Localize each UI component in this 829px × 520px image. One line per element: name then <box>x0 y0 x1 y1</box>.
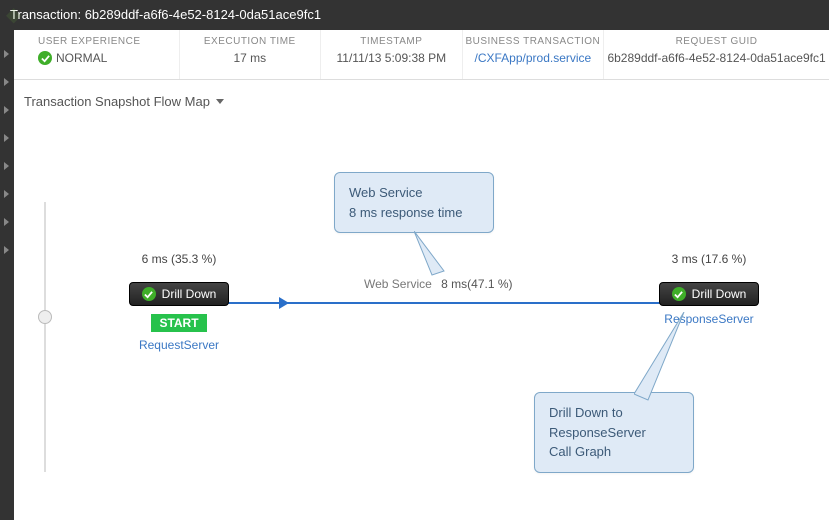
node-request[interactable]: 6 ms (35.3 %) Drill Down START RequestSe… <box>114 252 244 352</box>
metric-value: 17 ms <box>180 51 321 65</box>
flow-edge[interactable] <box>224 302 669 304</box>
drill-down-label: Drill Down <box>162 283 217 305</box>
metrics-bar: USER EXPERIENCE NORMAL EXECUTION TIME 17… <box>14 30 829 80</box>
annotation-callout: Web Service 8 ms response time <box>334 172 494 233</box>
callout-text: Drill Down to <box>549 403 679 423</box>
metric-label: EXECUTION TIME <box>180 36 321 47</box>
metric-label: USER EXPERIENCE <box>38 36 179 47</box>
metric-label: BUSINESS TRANSACTION <box>463 36 604 47</box>
callout-text: ResponseServer <box>549 423 679 443</box>
gutter-expand-icon[interactable] <box>4 190 9 198</box>
gutter-expand-icon[interactable] <box>4 50 9 58</box>
flowmap-title-text: Transaction Snapshot Flow Map <box>24 94 210 109</box>
drill-down-button[interactable]: Drill Down <box>129 282 229 306</box>
zoom-slider-handle[interactable] <box>38 310 52 324</box>
node-timing: 3 ms (17.6 %) <box>644 252 774 266</box>
metric-guid: REQUEST GUID 6b289ddf-a6f6-4e52-8124-0da… <box>603 30 829 79</box>
callout-pointer-icon <box>414 231 454 286</box>
callout-text: Call Graph <box>549 442 679 462</box>
drill-down-button[interactable]: Drill Down <box>659 282 759 306</box>
arrow-right-icon <box>279 297 289 309</box>
content-area: Transaction Snapshot Flow Map Web Servic… <box>14 80 829 520</box>
flowmap-title-dropdown[interactable]: Transaction Snapshot Flow Map <box>14 80 829 123</box>
chevron-down-icon <box>216 99 224 104</box>
start-badge: START <box>151 314 206 332</box>
flow-map[interactable]: Web Service 8 ms(47.1 %) 6 ms (35.3 %) D… <box>14 122 829 520</box>
left-gutter <box>0 30 14 520</box>
gutter-expand-icon[interactable] <box>4 162 9 170</box>
ux-status-text: NORMAL <box>56 51 107 65</box>
node-timing: 6 ms (35.3 %) <box>114 252 244 266</box>
node-name-link[interactable]: RequestServer <box>114 338 244 352</box>
metric-timestamp: TIMESTAMP 11/11/13 5:09:38 PM <box>320 30 462 79</box>
metric-bt: BUSINESS TRANSACTION /CXFApp/prod.servic… <box>462 30 604 79</box>
annotation-callout: Drill Down to ResponseServer Call Graph <box>534 392 694 473</box>
metric-label: TIMESTAMP <box>321 36 462 47</box>
gutter-expand-icon[interactable] <box>4 134 9 142</box>
titlebar: ◆ Transaction: 6b289ddf-a6f6-4e52-8124-0… <box>0 0 829 30</box>
gutter-expand-icon[interactable] <box>4 218 9 226</box>
status-ok-icon <box>672 287 686 301</box>
zoom-slider-track[interactable] <box>44 202 46 472</box>
transaction-id: 6b289ddf-a6f6-4e52-8124-0da51ace9fc1 <box>85 7 321 22</box>
bt-link[interactable]: /CXFApp/prod.service <box>463 51 604 65</box>
drill-down-label: Drill Down <box>692 283 747 305</box>
metric-label: REQUEST GUID <box>604 36 829 47</box>
status-ok-icon <box>38 51 52 65</box>
metric-ux: USER EXPERIENCE NORMAL <box>14 30 179 79</box>
metric-exec: EXECUTION TIME 17 ms <box>179 30 321 79</box>
gutter-expand-icon[interactable] <box>4 78 9 86</box>
metric-value: 11/11/13 5:09:38 PM <box>321 51 462 65</box>
callout-text: Web Service <box>349 183 479 203</box>
callout-pointer-icon <box>634 312 694 402</box>
gutter-expand-icon[interactable] <box>4 106 9 114</box>
gutter-expand-icon[interactable] <box>4 246 9 254</box>
status-ok-icon <box>142 287 156 301</box>
metric-value: NORMAL <box>38 51 179 65</box>
metric-value: 6b289ddf-a6f6-4e52-8124-0da51ace9fc1 <box>604 51 829 65</box>
callout-text: 8 ms response time <box>349 203 479 223</box>
app-logo: ◆ <box>6 0 21 30</box>
